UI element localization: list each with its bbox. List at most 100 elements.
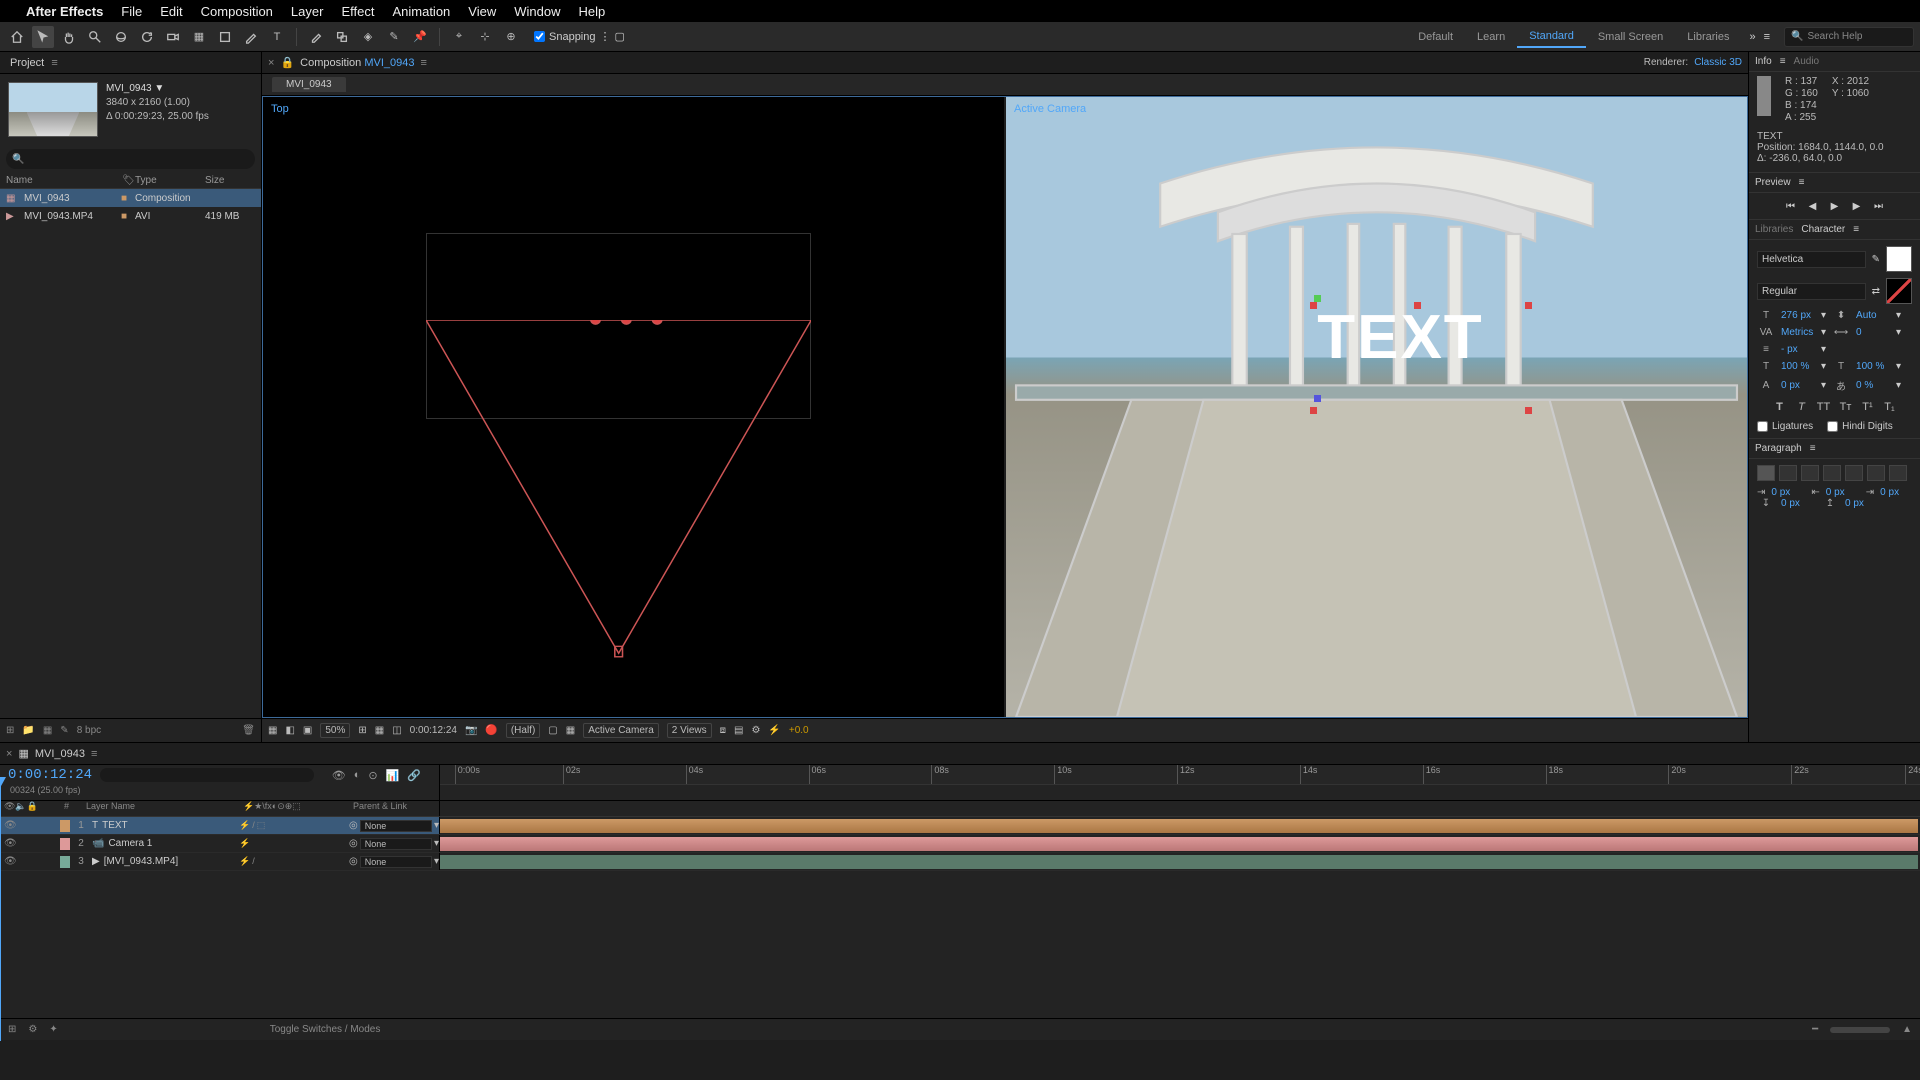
brainstorm-icon[interactable]: 🔗 [407, 769, 421, 782]
workspace-menu-icon[interactable]: ≡ [1764, 31, 1770, 43]
col-type[interactable]: Type [135, 175, 205, 186]
transparency-icon[interactable]: ▦ [566, 725, 575, 736]
snapping-toggle[interactable]: Snapping ⋮ ▢ [534, 30, 625, 43]
expand-icon[interactable]: ⊞ [8, 1024, 16, 1035]
justify-right-button[interactable] [1867, 465, 1885, 481]
rotation-tool[interactable] [136, 26, 158, 48]
timeline-tab[interactable]: MVI_0943 [35, 748, 85, 760]
exposure-value[interactable]: +0.0 [789, 725, 809, 736]
workspace-libraries[interactable]: Libraries [1675, 27, 1741, 47]
col-size[interactable]: Size [205, 175, 255, 186]
mask-icon[interactable]: ▣ [303, 725, 312, 736]
label-color[interactable] [60, 820, 70, 832]
menu-view[interactable]: View [468, 4, 496, 19]
pickwhip-icon[interactable]: ◎ [349, 856, 358, 867]
paragraph-tab[interactable]: Paragraph [1755, 443, 1802, 454]
close-tab-icon[interactable]: × [268, 57, 274, 69]
lock-icon[interactable]: 🔒 [280, 56, 294, 69]
menu-layer[interactable]: Layer [291, 4, 324, 19]
layer-row[interactable]: 👁 3 ▶[MVI_0943.MP4] ⚡/ ◎None▾ [0, 853, 1920, 871]
color-icon[interactable]: 🔴 [485, 725, 497, 736]
snapping-checkbox[interactable] [534, 31, 545, 42]
text-layer-overlay[interactable]: TEXT [1317, 302, 1483, 373]
panel-menu-icon[interactable]: ≡ [1780, 56, 1786, 67]
selection-handle[interactable] [1310, 407, 1317, 414]
panel-menu-icon[interactable]: ≡ [51, 57, 57, 69]
indent-right[interactable]: 0 px [1826, 487, 1860, 498]
parent-dropdown[interactable]: None [360, 838, 432, 850]
current-time[interactable]: 0:00:12:24 [410, 725, 457, 736]
selection-handle[interactable] [1310, 302, 1317, 309]
snap-opt-icon[interactable]: ⋮ [600, 30, 611, 43]
menu-animation[interactable]: Animation [392, 4, 450, 19]
layer-row[interactable]: 👁 1 TTEXT ⚡/⬚ ◎None▾ [0, 817, 1920, 835]
project-item[interactable]: ▶ MVI_0943.MP4 ■ AVI 419 MB [0, 207, 261, 225]
eyedropper-icon[interactable]: ✎ [1872, 254, 1880, 265]
audio-tab[interactable]: Audio [1794, 56, 1820, 67]
libraries-tab[interactable]: Libraries [1755, 224, 1793, 235]
layer-bar[interactable] [440, 819, 1918, 833]
pickwhip-icon[interactable]: ◎ [349, 838, 358, 849]
workspace-overflow-icon[interactable]: » [1741, 31, 1763, 43]
folder-icon[interactable]: 📁 [22, 725, 34, 736]
shy-icon[interactable]: 👁 [332, 769, 346, 782]
pickwhip-icon[interactable]: ◎ [349, 820, 358, 831]
new-comp-icon[interactable]: ▦ [43, 725, 52, 736]
time-ruler[interactable]: 0:00s 02s 04s 06s 08s 10s 12s 14s 16s 18… [440, 765, 1920, 785]
text-tool[interactable]: T [266, 26, 288, 48]
menu-help[interactable]: Help [578, 4, 605, 19]
draft3d-icon[interactable]: ▤ [734, 725, 743, 736]
workspace-learn[interactable]: Learn [1465, 27, 1517, 47]
pen-tool[interactable] [240, 26, 262, 48]
hindi-checkbox[interactable]: Hindi Digits [1827, 421, 1893, 432]
eraser-tool[interactable]: ◈ [357, 26, 379, 48]
res-icon[interactable]: ⊞ [358, 725, 366, 736]
panel-menu-icon[interactable]: ≡ [1810, 443, 1816, 454]
interpret-icon[interactable]: ⊞ [6, 725, 14, 736]
roi-icon[interactable]: ▢ [548, 725, 557, 736]
layer-search[interactable] [100, 768, 314, 782]
sequence-tab[interactable]: MVI_0943 [272, 77, 346, 92]
kerning-value[interactable]: Metrics [1781, 327, 1815, 338]
font-family-dropdown[interactable]: Helvetica [1757, 251, 1866, 268]
panel-menu-icon[interactable]: ≡ [1853, 224, 1859, 235]
layer-row[interactable]: 👁 2 📹Camera 1 ⚡ ◎None▾ [0, 835, 1920, 853]
space-before[interactable]: 0 px [1781, 498, 1815, 509]
zoom-tool[interactable] [84, 26, 106, 48]
timeline-zoom-slider[interactable] [1830, 1027, 1890, 1033]
align-right-button[interactable] [1801, 465, 1819, 481]
trash-icon[interactable]: 🗑 [242, 725, 255, 736]
guides-icon[interactable]: ◫ [392, 725, 401, 736]
panel-menu-icon[interactable]: ≡ [1799, 177, 1805, 188]
camera-tool[interactable] [162, 26, 184, 48]
menu-composition[interactable]: Composition [201, 4, 273, 19]
axis-world-icon[interactable]: ⊹ [474, 26, 496, 48]
zoom-dropdown[interactable]: 50% [320, 723, 350, 738]
puppet-tool[interactable]: 📌 [409, 26, 431, 48]
play-button[interactable]: ▶ [1827, 199, 1843, 213]
camera-viewport[interactable]: Active Camera TEXT [1006, 97, 1747, 717]
first-frame-button[interactable]: ⏮ [1783, 199, 1799, 213]
tracking-value[interactable]: 0 [1856, 327, 1890, 338]
justify-center-button[interactable] [1845, 465, 1863, 481]
caps-button[interactable]: TT [1815, 399, 1833, 415]
channel-icon[interactable]: ◧ [285, 725, 294, 736]
workspace-standard[interactable]: Standard [1517, 26, 1586, 48]
app-name[interactable]: After Effects [26, 4, 103, 19]
label-color[interactable] [60, 856, 70, 868]
ligatures-checkbox[interactable]: Ligatures [1757, 421, 1813, 432]
close-tab-icon[interactable]: × [6, 748, 12, 760]
roto-tool[interactable]: ✎ [383, 26, 405, 48]
stroke-width-value[interactable]: - px [1781, 344, 1815, 355]
motion-blur-icon[interactable]: ⊙ [368, 769, 377, 782]
menu-file[interactable]: File [121, 4, 142, 19]
baseline-value[interactable]: 0 px [1781, 380, 1815, 391]
preview-tab[interactable]: Preview [1755, 177, 1791, 188]
swap-icon[interactable]: ⇄ [1872, 286, 1880, 297]
hand-tool[interactable] [58, 26, 80, 48]
shape-tool[interactable] [214, 26, 236, 48]
adjust-icon[interactable]: ✎ [60, 725, 68, 736]
align-center-button[interactable] [1779, 465, 1797, 481]
align-left-button[interactable] [1757, 465, 1775, 481]
renderer-icon[interactable]: ⚙ [751, 725, 760, 736]
